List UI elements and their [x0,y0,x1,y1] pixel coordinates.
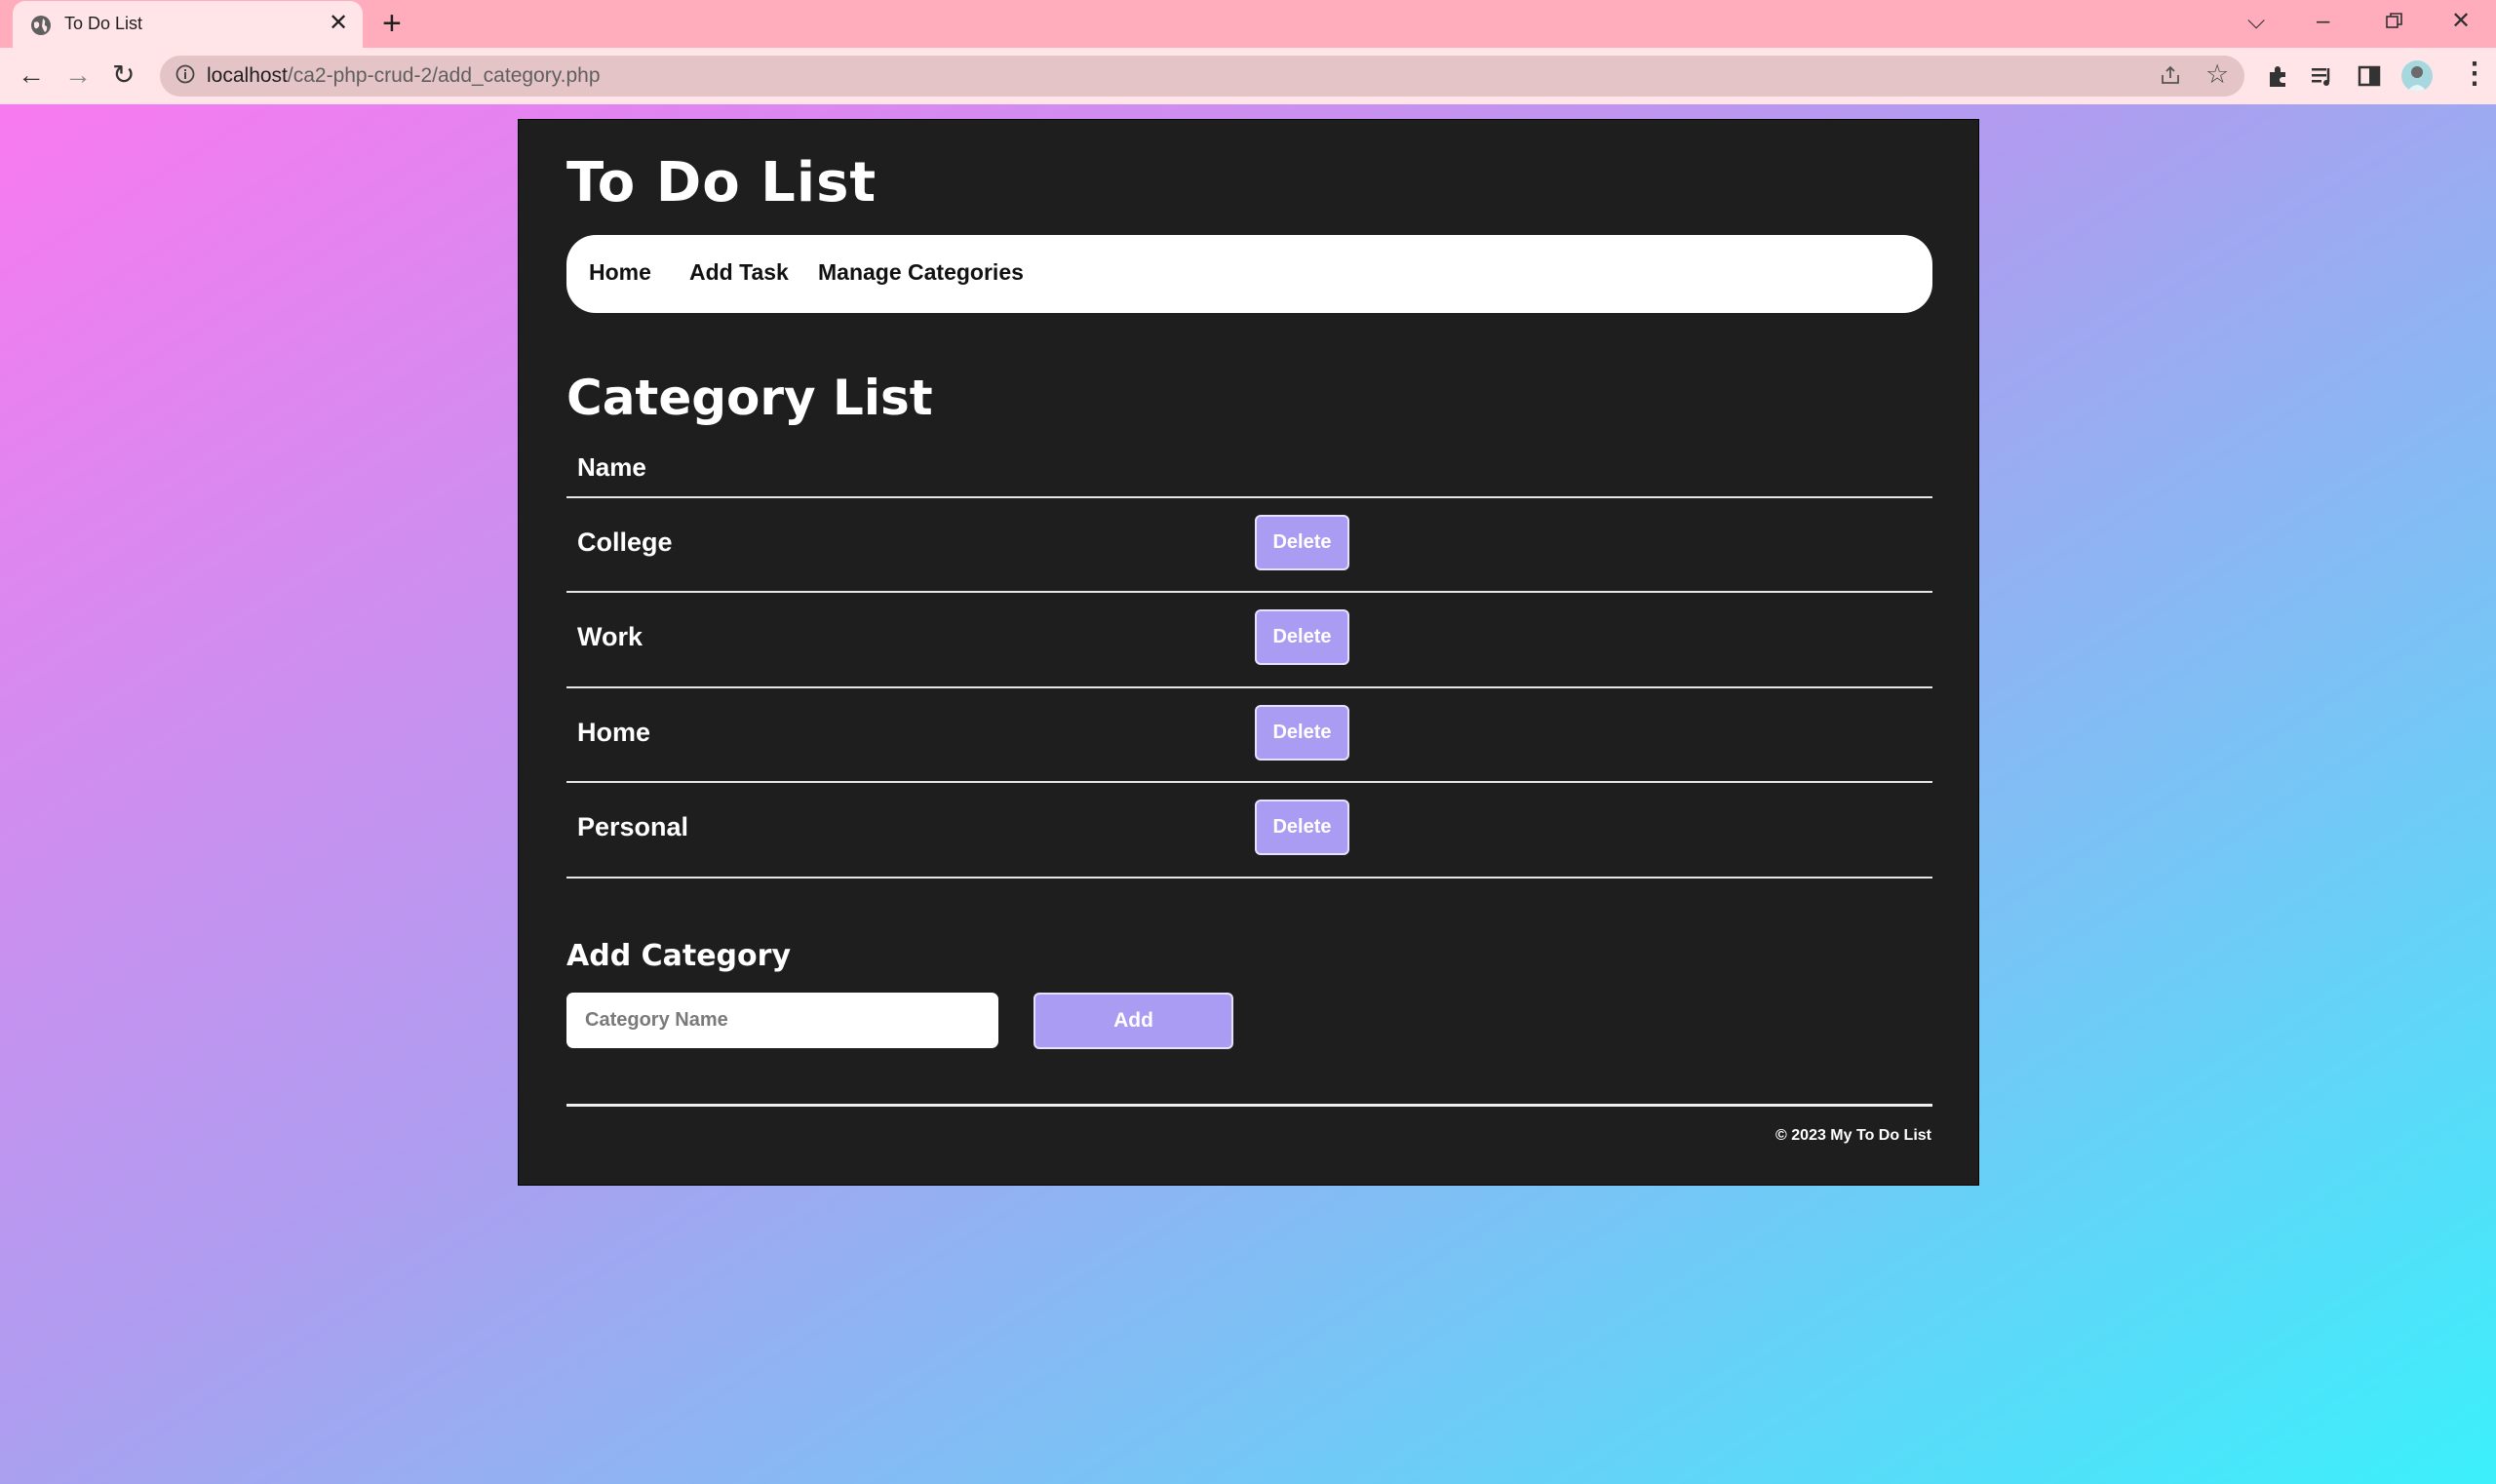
bookmark-star-icon[interactable]: ☆ [2205,59,2229,89]
category-name: Personal [577,812,689,841]
browser-menu-icon[interactable]: ⋮ [2460,59,2489,90]
category-name: Work [577,622,644,651]
delete-category-button[interactable]: Delete [1255,800,1349,855]
forward-icon[interactable]: → [64,61,92,89]
delete-category-button[interactable]: Delete [1255,609,1349,665]
nav-link-add-task[interactable]: Add Task [689,259,789,286]
minimize-icon[interactable]: – [2317,8,2329,35]
close-tab-icon[interactable]: ✕ [329,11,348,36]
tab-title: To Do List [64,14,143,33]
table-divider [566,496,1932,498]
browser-tab-strip: To Do List ✕ + ⌵ – ✕ [0,0,2496,48]
close-window-icon[interactable]: ✕ [2451,8,2471,35]
category-name-input[interactable] [566,993,998,1048]
browser-tab[interactable]: To Do List ✕ [13,1,363,48]
column-header-name: Name [577,452,646,482]
url-text: localhost/ca2-php-crud-2/add_category.ph… [207,64,601,88]
url-path: /ca2-php-crud-2/add_category.php [287,64,601,87]
address-bar[interactable]: localhost/ca2-php-crud-2/add_category.ph… [160,56,2244,97]
reload-icon[interactable]: ↻ [112,61,135,89]
new-tab-icon[interactable]: + [382,7,402,40]
table-divider [566,877,1932,879]
main-nav: Home Add Task Manage Categories [566,235,1932,313]
category-name: College [577,527,673,557]
nav-link-manage-categories[interactable]: Manage Categories [818,259,1024,286]
site-info-icon[interactable] [176,64,195,84]
category-list-heading: Category List [566,370,933,426]
table-divider [566,686,1932,688]
table-divider [566,591,1932,593]
footer-copyright: © 2023 My To Do List [1775,1127,1931,1144]
profile-avatar[interactable] [2401,60,2433,92]
add-category-button[interactable]: Add [1034,993,1233,1049]
media-control-icon[interactable] [2309,62,2336,90]
category-name: Home [577,718,651,747]
back-icon[interactable]: ← [18,61,45,89]
tab-search-icon[interactable]: ⌵ [2247,8,2265,35]
site-title: To Do List [566,151,878,215]
nav-link-home[interactable]: Home [589,259,651,286]
delete-category-button[interactable]: Delete [1255,705,1349,761]
side-panel-icon[interactable] [2356,62,2383,90]
avatar-image [2407,66,2427,92]
main-container: To Do List Home Add Task Manage Categori… [518,119,1979,1186]
delete-category-button[interactable]: Delete [1255,515,1349,570]
table-divider [566,781,1932,783]
page-background: To Do List Home Add Task Manage Categori… [0,104,2496,1484]
add-category-heading: Add Category [566,939,791,973]
extensions-icon[interactable] [2264,62,2291,90]
globe-icon [31,16,51,35]
restore-icon[interactable] [2385,11,2404,30]
share-icon[interactable] [2159,63,2182,87]
footer-divider [566,1104,1932,1107]
browser-toolbar: ← → ↻ localhost/ca2-php-crud-2/add_categ… [0,48,2496,105]
url-host: localhost [207,64,288,87]
